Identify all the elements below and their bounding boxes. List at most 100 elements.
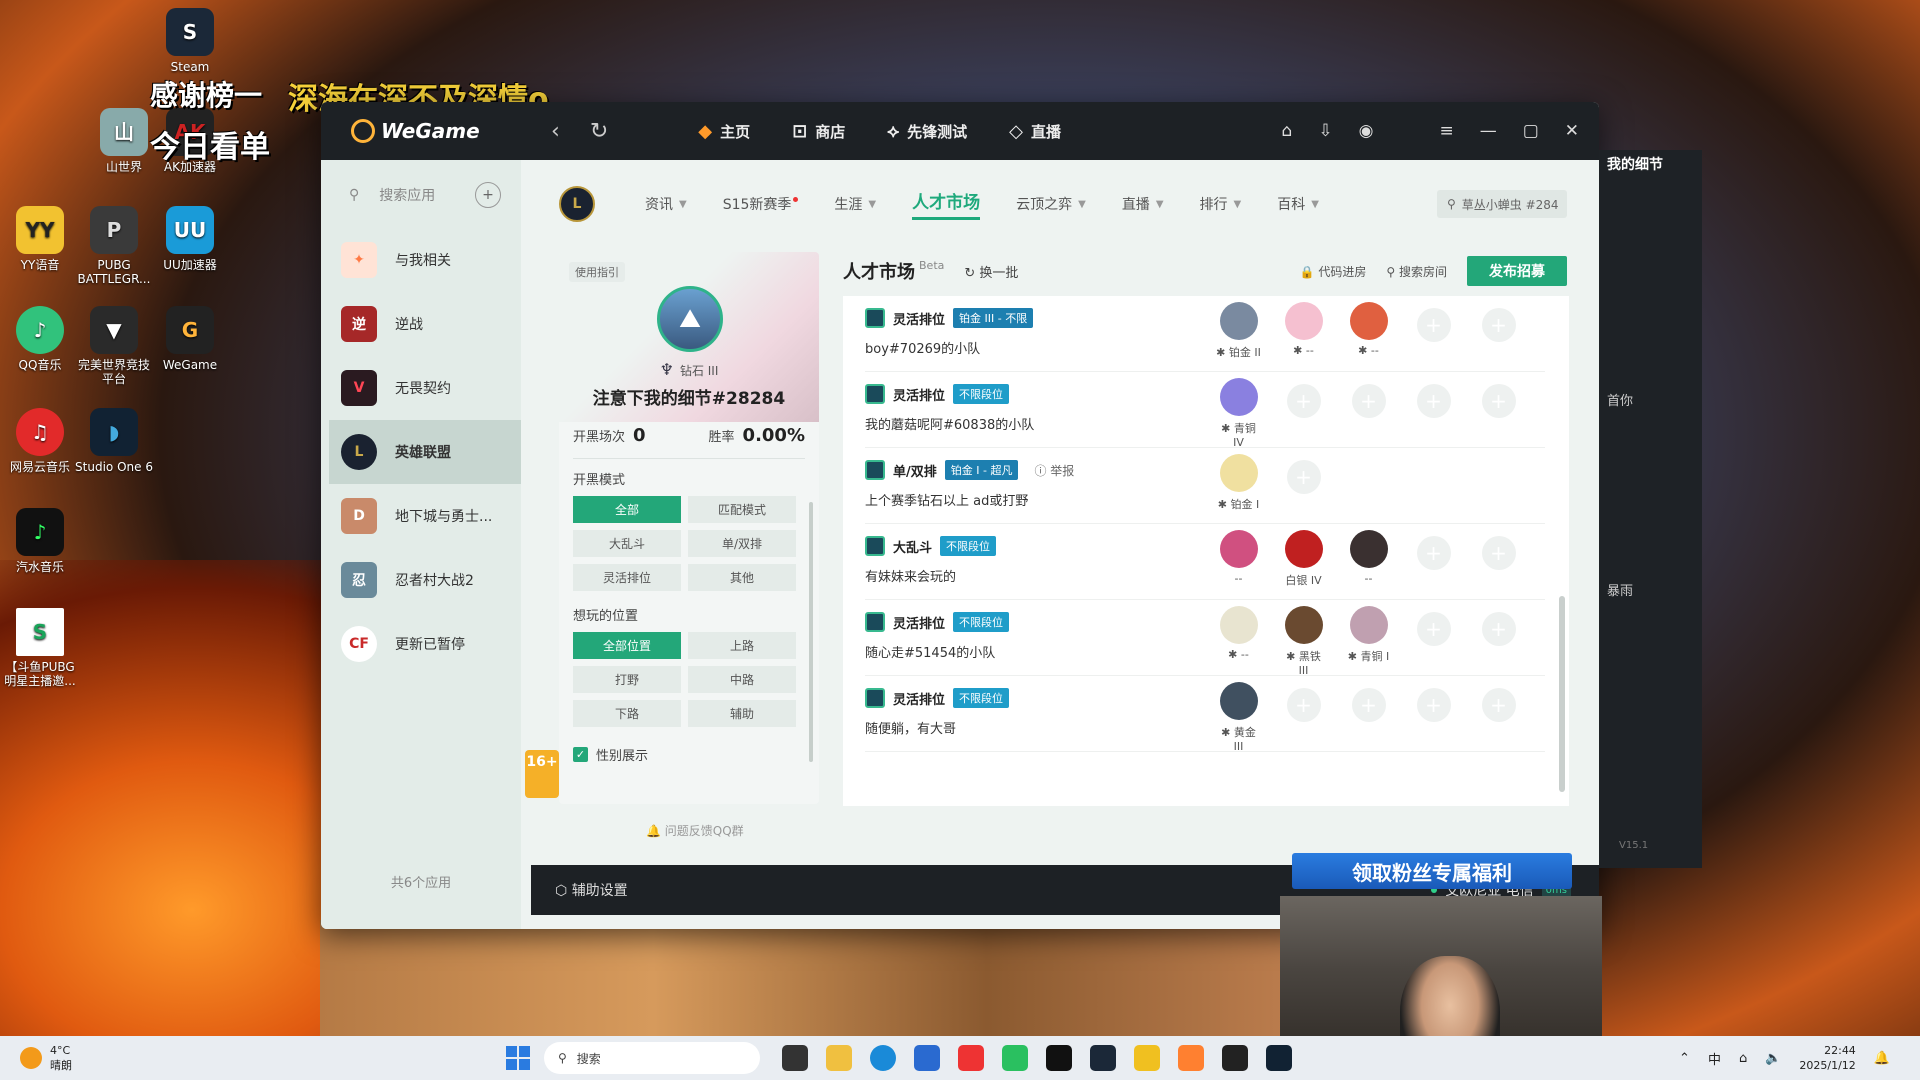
assist-settings[interactable]: ⬡ 辅助设置 bbox=[555, 880, 628, 900]
steam-icon[interactable] bbox=[1090, 1045, 1116, 1071]
top-nav-home[interactable]: ◆ 主页 bbox=[698, 121, 750, 142]
ime-indicator[interactable]: 中 bbox=[1708, 1049, 1721, 1068]
team-row[interactable]: 单/双排 铂金 I - 超凡 ⓘ 举报 上个赛季钻石以上 ad或打野 ✱ 铂金 I … bbox=[865, 448, 1545, 524]
position-option[interactable]: 上路 bbox=[688, 632, 796, 659]
empty-slot[interactable]: + bbox=[1475, 378, 1522, 449]
empty-slot[interactable]: + bbox=[1345, 378, 1392, 449]
task-view-icon[interactable] bbox=[782, 1045, 808, 1071]
member[interactable]: ✱ -- bbox=[1280, 302, 1327, 360]
subnav-live[interactable]: 直播 ▼ bbox=[1122, 194, 1164, 214]
volume-icon[interactable]: 🔈 bbox=[1765, 1051, 1781, 1066]
sidebar-item-lol[interactable]: L 英雄联盟 bbox=[329, 420, 521, 484]
refresh-button[interactable]: ↻ 换一批 bbox=[964, 262, 1018, 281]
member[interactable]: ✱ -- bbox=[1345, 302, 1392, 360]
team-row[interactable]: 大乱斗 不限段位 有妹妹来会玩的 -- 白银 IV -- + + bbox=[865, 524, 1545, 600]
empty-slot[interactable]: + bbox=[1410, 378, 1457, 449]
empty-slot[interactable]: + bbox=[1345, 682, 1392, 753]
empty-slot[interactable]: + bbox=[1410, 530, 1457, 588]
team-row[interactable]: 灵活排位 不限段位 随心走#51454的小队 ✱ -- ✱ 黑铁 III ✱ 青铜… bbox=[865, 600, 1545, 677]
desktop-icon-yy[interactable]: YY YY语音 bbox=[0, 206, 80, 272]
subnav-rank[interactable]: 排行 ▼ bbox=[1200, 194, 1242, 214]
desktop-icon-steam[interactable]: S Steam bbox=[150, 8, 230, 74]
subnav-s15[interactable]: S15新赛季 bbox=[723, 194, 799, 214]
store-icon[interactable] bbox=[914, 1045, 940, 1071]
refresh-icon[interactable]: ↻ bbox=[590, 119, 608, 144]
notification-icon[interactable]: 🔔 bbox=[1874, 1051, 1890, 1066]
member[interactable]: ✱ 黑铁 III bbox=[1280, 606, 1327, 677]
desktop-icon-perfect-world[interactable]: ▼ 完美世界竞技平台 bbox=[74, 306, 154, 386]
team-row[interactable]: 灵活排位 铂金 III - 不限 boy#70269的小队 ✱ 铂金 II ✱ -… bbox=[865, 296, 1545, 372]
position-option[interactable]: 下路 bbox=[573, 700, 681, 727]
position-option[interactable]: 全部位置 bbox=[573, 632, 681, 659]
scrollbar[interactable] bbox=[809, 502, 813, 762]
mode-option[interactable]: 大乱斗 bbox=[573, 530, 681, 557]
position-option[interactable]: 中路 bbox=[688, 666, 796, 693]
empty-slot[interactable]: + bbox=[1475, 606, 1522, 677]
sidebar-search[interactable]: ⚲ 搜索应用 + bbox=[349, 182, 501, 208]
desktop-icon-wegame[interactable]: G WeGame bbox=[150, 306, 230, 372]
member[interactable]: -- bbox=[1345, 530, 1392, 588]
subnav-career[interactable]: 生涯 ▼ bbox=[834, 194, 876, 214]
empty-slot[interactable]: + bbox=[1475, 682, 1522, 753]
chevron-up-icon[interactable]: ⌃ bbox=[1679, 1051, 1690, 1066]
avatar[interactable]: ⛰ bbox=[657, 286, 723, 352]
player-search-input[interactable]: ⚲ 草丛小蝉虫 #284 bbox=[1437, 190, 1567, 218]
wps-icon[interactable] bbox=[958, 1045, 984, 1071]
team-row[interactable]: 灵活排位 不限段位 我的蘑菇呢阿#60838的小队 ✱ 青铜 IV + + + + bbox=[865, 372, 1545, 449]
publish-button[interactable]: 发布招募 bbox=[1467, 256, 1567, 286]
desktop-icon-pubg[interactable]: P PUBG BATTLEGR... bbox=[74, 206, 154, 286]
top-nav-live[interactable]: ◇ 直播 bbox=[1009, 121, 1061, 142]
team-row[interactable]: 灵活排位 不限段位 随便躺，有大哥 ✱ 黄金 III + + + + bbox=[865, 676, 1545, 753]
sidebar-item-naruto[interactable]: 忍忍者村大战2 bbox=[321, 548, 521, 612]
clock[interactable]: 22:44 2025/1/12 bbox=[1799, 1043, 1855, 1073]
mode-option[interactable]: 灵活排位 bbox=[573, 564, 681, 591]
search-room-button[interactable]: ⚲ 搜索房间 bbox=[1386, 263, 1447, 280]
start-button[interactable] bbox=[506, 1046, 530, 1070]
user-avatar-icon[interactable]: ◉ bbox=[1359, 121, 1374, 141]
member[interactable]: ✱ 铂金 II bbox=[1215, 302, 1262, 360]
report-button[interactable]: ⓘ 举报 bbox=[1034, 462, 1074, 479]
network-icon[interactable]: ⌂ bbox=[1739, 1051, 1747, 1066]
studio-icon[interactable] bbox=[1266, 1045, 1292, 1071]
mode-option[interactable]: 匹配模式 bbox=[688, 496, 796, 523]
sidebar-item-cf[interactable]: CF 更新已暂停 bbox=[321, 612, 521, 676]
member[interactable]: -- bbox=[1215, 530, 1262, 588]
sidebar-item-related[interactable]: ✦ 与我相关 bbox=[321, 228, 521, 292]
member[interactable]: ✱ 青铜 I bbox=[1345, 606, 1392, 677]
empty-slot[interactable]: + bbox=[1410, 606, 1457, 677]
subnav-wiki[interactable]: 百科 ▼ bbox=[1277, 194, 1319, 214]
member[interactable]: ✱ 青铜 IV bbox=[1215, 378, 1262, 449]
desktop-icon-studio-one[interactable]: ◗ Studio One 6 bbox=[74, 408, 154, 474]
member[interactable]: 白银 IV bbox=[1280, 530, 1327, 588]
sidebar-item-valorant[interactable]: V 无畏契约 bbox=[321, 356, 521, 420]
back-icon[interactable]: ‹ bbox=[551, 119, 560, 144]
download-icon[interactable]: ⇩ bbox=[1318, 121, 1332, 141]
minimize-icon[interactable]: — bbox=[1480, 121, 1497, 141]
empty-slot[interactable]: + bbox=[1410, 682, 1457, 753]
taskbar-search[interactable]: ⚲ 搜索 bbox=[544, 1042, 760, 1074]
desktop-icon-netease-music[interactable]: ♫ 网易云音乐 bbox=[0, 408, 80, 474]
weather-widget[interactable]: 4°C 晴朗 bbox=[20, 1044, 72, 1073]
subnav-news[interactable]: 资讯 ▼ bbox=[645, 194, 687, 214]
empty-slot[interactable]: + bbox=[1280, 378, 1327, 449]
add-app-button[interactable]: + bbox=[475, 182, 501, 208]
wegame-icon[interactable] bbox=[1178, 1045, 1204, 1071]
sidebar-item-dnf[interactable]: D 地下城与勇士... bbox=[321, 484, 521, 548]
desktop-icon-qqmusic[interactable]: ♪ QQ音乐 bbox=[0, 306, 80, 372]
guide-tag[interactable]: 使用指引 bbox=[569, 262, 625, 282]
empty-slot[interactable]: + bbox=[1410, 302, 1457, 360]
subnav-tft[interactable]: 云顶之弈 ▼ bbox=[1016, 194, 1086, 214]
empty-slot[interactable]: + bbox=[1475, 530, 1522, 588]
mode-option[interactable]: 单/双排 bbox=[688, 530, 796, 557]
code-join-button[interactable]: 🔒 代码进房 bbox=[1300, 263, 1367, 280]
empty-slot[interactable]: + bbox=[1280, 454, 1327, 512]
edge-icon[interactable] bbox=[870, 1045, 896, 1071]
close-icon[interactable]: ✕ bbox=[1565, 121, 1579, 141]
empty-slot[interactable]: + bbox=[1280, 682, 1327, 753]
maximize-icon[interactable]: ▢ bbox=[1523, 121, 1539, 141]
mode-option[interactable]: 全部 bbox=[573, 496, 681, 523]
sidebar-item-nizhan[interactable]: 逆逆战 bbox=[321, 292, 521, 356]
app-icon[interactable] bbox=[1134, 1045, 1160, 1071]
wegame-logo[interactable]: WeGame bbox=[351, 119, 511, 143]
subnav-talent-market[interactable]: 人才市场 bbox=[912, 188, 981, 220]
